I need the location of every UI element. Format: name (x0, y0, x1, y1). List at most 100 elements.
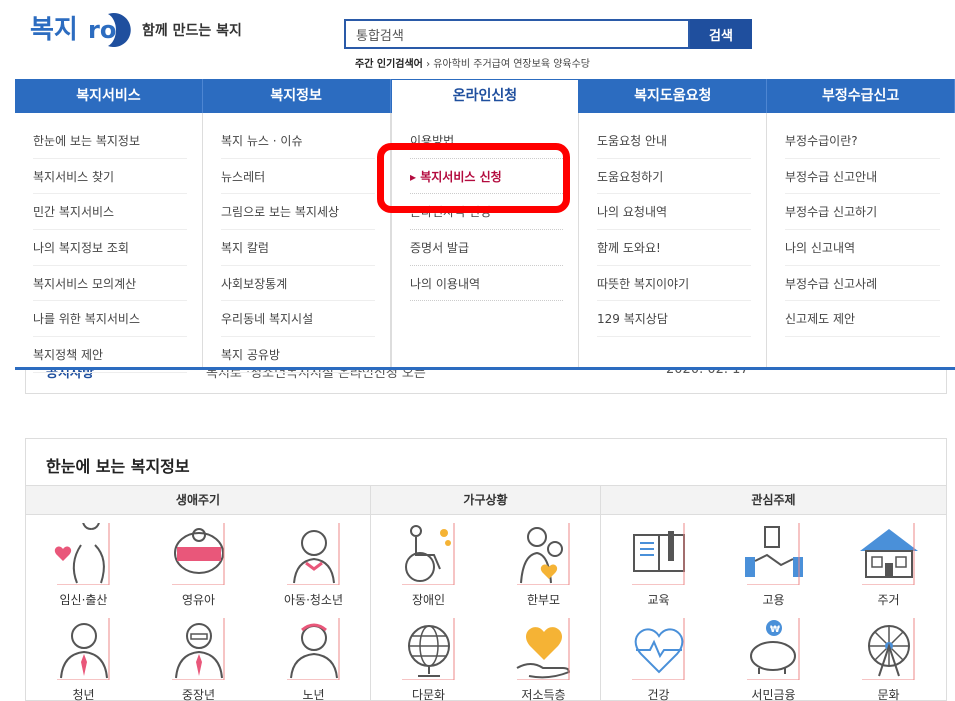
category-label: 장애인 (411, 593, 446, 607)
bokjiro-logo[interactable]: 복지 ro (30, 8, 140, 48)
menu-item[interactable]: 복지 칼럼 (221, 230, 375, 266)
topic-group: 교육 고용 주거 건강 ₩ 서민금융 문화 (601, 515, 946, 701)
search-input[interactable] (346, 21, 688, 47)
menu-item[interactable]: 부정수급이란? (785, 123, 940, 159)
menu-item[interactable]: 도움요청 안내 (597, 123, 751, 159)
heart-hand-icon (516, 618, 570, 680)
category-label: 중장년 (181, 688, 216, 701)
category-label: 문화 (877, 688, 900, 701)
house-icon (859, 523, 918, 585)
category-finance[interactable]: ₩ 서민금융 (716, 610, 831, 701)
menu-item[interactable]: 따뜻한 복지이야기 (597, 266, 751, 302)
single-parent-icon (516, 523, 569, 585)
category-senior[interactable]: 노년 (256, 610, 371, 701)
senior-icon (286, 618, 339, 680)
category-housing[interactable]: 주거 (831, 515, 946, 610)
category-label: 주거 (877, 593, 900, 607)
category-education[interactable]: 교육 (601, 515, 716, 610)
site-tagline: 함께 만드는 복지 (142, 23, 242, 39)
category-label: 건강 (647, 688, 670, 701)
menu-item[interactable]: 신고제도 제안 (785, 301, 940, 338)
main-navigation: 복지서비스 복지정보 온라인신청 복지도움요청 부정수급신고 (15, 79, 955, 113)
category-employment[interactable]: 고용 (716, 515, 831, 610)
book-icon (631, 523, 685, 585)
menu-col-fraud-report: 부정수급이란? 부정수급 신고안내 부정수급 신고하기 나의 신고내역 부정수급… (767, 113, 955, 367)
search-box (344, 19, 690, 49)
menu-item[interactable]: 그림으로 보는 복지세상 (221, 194, 375, 231)
tab-online-application[interactable]: 온라인신청 (390, 79, 580, 113)
tab-help-request[interactable]: 복지도움요청 (579, 79, 768, 113)
menu-item[interactable]: 온라인자격 변경 (410, 194, 563, 231)
life-cycle-group: 임신·출산 영유아 아동·청소년 청년 중장년 노년 (26, 515, 371, 701)
menu-item[interactable]: 복지서비스 찾기 (33, 159, 187, 195)
category-label: 다문화 (411, 688, 446, 701)
menu-item[interactable]: 도움요청하기 (597, 159, 751, 195)
menu-item[interactable]: 증명서 발급 (410, 230, 563, 266)
popular-keywords: 주간 인기검색어 › 유아학비 주거급여 연장보육 양육수당 (355, 55, 590, 70)
category-label: 영유아 (181, 593, 216, 607)
welfare-info-panel: 한눈에 보는 복지정보 생애주기 가구상황 관심주제 임신·출산 영유아 아동·… (25, 438, 947, 701)
menu-item[interactable]: 뉴스레터 (221, 159, 375, 195)
menu-item[interactable]: 함께 도와요! (597, 230, 751, 266)
group-life-cycle[interactable]: 생애주기 (26, 486, 371, 514)
menu-item[interactable]: 나의 요청내역 (597, 194, 751, 231)
category-single-parent[interactable]: 한부모 (486, 515, 601, 610)
menu-item[interactable]: 복지서비스 모의계산 (33, 266, 187, 302)
menu-item[interactable]: 부정수급 신고안내 (785, 159, 940, 195)
mega-menu: 한눈에 보는 복지정보 복지서비스 찾기 민간 복지서비스 나의 복지정보 조회… (15, 113, 955, 373)
menu-col-welfare-service: 한눈에 보는 복지정보 복지서비스 찾기 민간 복지서비스 나의 복지정보 조회… (15, 113, 203, 373)
menu-item[interactable]: 나의 이용내역 (410, 266, 563, 302)
category-label: 저소득층 (521, 688, 566, 701)
menu-col-help-request: 도움요청 안내 도움요청하기 나의 요청내역 함께 도와요! 따뜻한 복지이야기… (579, 113, 767, 367)
tab-welfare-info[interactable]: 복지정보 (203, 79, 391, 113)
tab-welfare-service[interactable]: 복지서비스 (15, 79, 203, 113)
menu-item[interactable]: 민간 복지서비스 (33, 194, 187, 231)
ferris-wheel-icon (861, 618, 914, 680)
panel-group-header: 생애주기 가구상황 관심주제 (26, 485, 946, 515)
category-disabled[interactable]: 장애인 (371, 515, 486, 610)
search-button[interactable]: 검색 (690, 19, 752, 49)
category-child-youth[interactable]: 아동·청소년 (256, 515, 371, 610)
menu-item[interactable]: 우리동네 복지시설 (221, 301, 375, 338)
menu-item[interactable]: 나를 위한 복지서비스 (33, 301, 187, 338)
category-middle-age[interactable]: 중장년 (141, 610, 256, 701)
category-label: 아동·청소년 (283, 593, 343, 607)
category-culture[interactable]: 문화 (831, 610, 946, 701)
category-health[interactable]: 건강 (601, 610, 716, 701)
household-group: 장애인 한부모 다문화 저소득층 (371, 515, 601, 701)
group-household[interactable]: 가구상황 (371, 486, 601, 514)
page: 복지 ro 함께 만드는 복지 검색 주간 인기검색어 › 유아학비 주거급여 … (0, 0, 955, 701)
category-low-income[interactable]: 저소득층 (486, 610, 601, 701)
wheelchair-icon (401, 523, 454, 585)
category-infant[interactable]: 영유아 (141, 515, 256, 610)
menu-col-online-application: 이용방법 복지서비스 신청 온라인자격 변경 증명서 발급 나의 이용내역 (391, 113, 579, 367)
menu-item[interactable]: 복지 공유방 (221, 337, 375, 373)
menu-item[interactable]: 부정수급 신고사례 (785, 266, 940, 302)
middle-age-icon (171, 618, 224, 680)
category-label: 임신·출산 (59, 593, 108, 607)
child-icon (286, 523, 339, 585)
popular-terms[interactable]: 유아학비 주거급여 연장보육 양육수당 (433, 59, 590, 70)
menu-col-welfare-info: 복지 뉴스 · 이슈 뉴스레터 그림으로 보는 복지세상 복지 칼럼 사회보장통… (203, 113, 391, 373)
category-label: 한부모 (526, 593, 561, 607)
menu-item[interactable]: 이용방법 (410, 123, 563, 159)
menu-item[interactable]: 복지 뉴스 · 이슈 (221, 123, 375, 159)
menu-item[interactable]: 나의 신고내역 (785, 230, 940, 266)
menu-item[interactable]: 사회보장통계 (221, 266, 375, 302)
menu-item[interactable]: 복지정책 제안 (33, 337, 187, 373)
menu-item[interactable]: 나의 복지정보 조회 (33, 230, 187, 266)
group-topic[interactable]: 관심주제 (601, 486, 946, 514)
category-youth[interactable]: 청년 (26, 610, 141, 701)
category-label: 고용 (762, 593, 785, 607)
category-pregnancy[interactable]: 임신·출산 (26, 515, 141, 610)
young-adult-icon (56, 618, 109, 680)
menu-item[interactable]: 부정수급 신고하기 (785, 194, 940, 231)
menu-item[interactable]: 129 복지상담 (597, 301, 751, 338)
tab-fraud-report[interactable]: 부정수급신고 (767, 79, 955, 113)
category-multicultural[interactable]: 다문화 (371, 610, 486, 701)
infant-icon (171, 523, 224, 585)
category-label: 청년 (72, 688, 95, 701)
menu-item[interactable]: 한눈에 보는 복지정보 (33, 123, 187, 159)
menu-item-welfare-apply[interactable]: 복지서비스 신청 (410, 159, 563, 195)
handshake-icon (744, 523, 803, 585)
